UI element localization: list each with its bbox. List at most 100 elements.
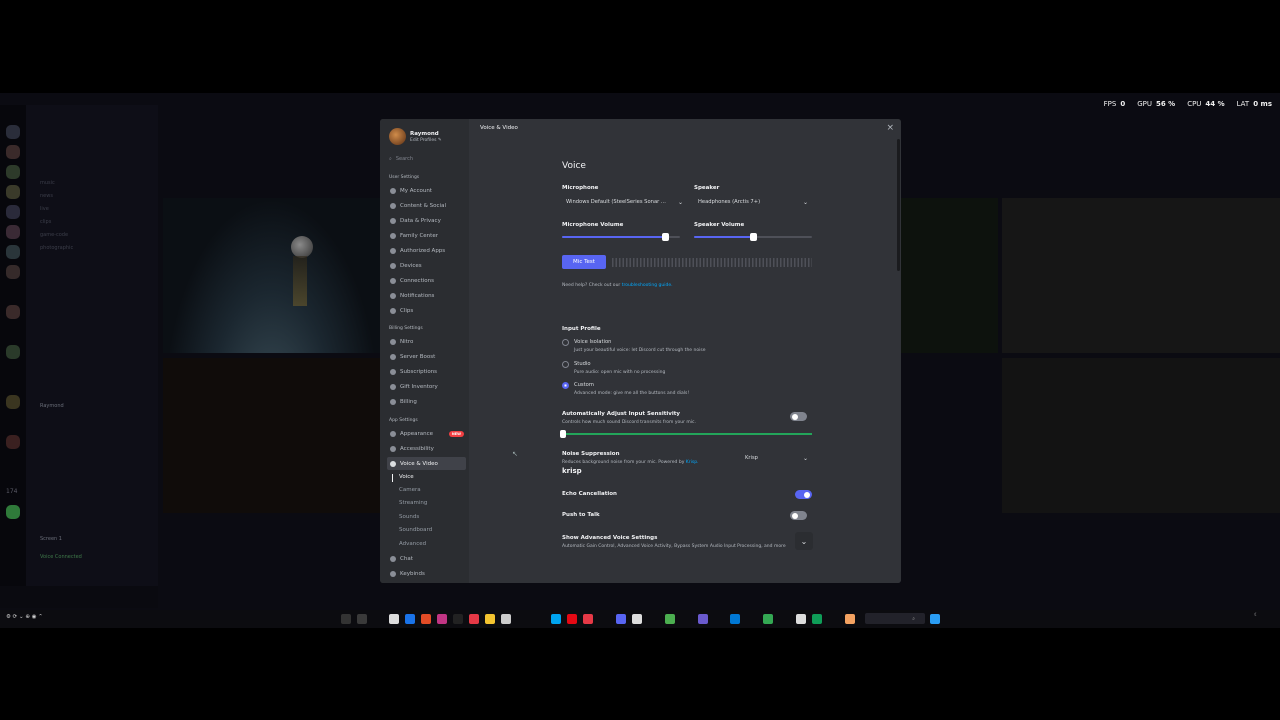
video-tile[interactable]: [1002, 358, 1280, 513]
subnav-streaming[interactable]: Streaming: [399, 500, 427, 506]
nav-connections[interactable]: Connections: [387, 274, 466, 287]
server-icon[interactable]: [6, 395, 20, 409]
nav-my-account[interactable]: My Account: [387, 184, 466, 197]
nav-family-center[interactable]: Family Center: [387, 229, 466, 242]
app-icon[interactable]: [698, 614, 708, 624]
app-icon[interactable]: [665, 614, 675, 624]
nav-notifications[interactable]: Notifications: [387, 289, 466, 302]
app-icon[interactable]: [930, 614, 940, 624]
nav-accessibility[interactable]: Accessibility: [387, 442, 466, 455]
privacy-icon: [390, 217, 396, 224]
chevron-down-icon[interactable]: ⌄: [795, 532, 813, 550]
nav-nitro[interactable]: Nitro: [387, 335, 466, 348]
app-icon[interactable]: [763, 614, 773, 624]
channel-item[interactable]: game-code: [40, 232, 68, 238]
app-icon[interactable]: [567, 614, 577, 624]
radio-custom[interactable]: [562, 382, 569, 389]
video-tile[interactable]: [900, 198, 998, 353]
krisp-link[interactable]: Krisp.: [686, 460, 699, 465]
app-icon[interactable]: [453, 614, 463, 624]
subnav-advanced[interactable]: Advanced: [399, 541, 426, 547]
nav-gift-inventory[interactable]: Gift Inventory: [387, 380, 466, 393]
speaker-select[interactable]: Headphones (Arctis 7+) ⌄: [694, 196, 812, 208]
channel-item[interactable]: music: [40, 180, 55, 186]
mic-volume-slider[interactable]: [562, 233, 680, 241]
slider-handle[interactable]: [560, 430, 566, 438]
channel-item[interactable]: news: [40, 193, 53, 199]
subnav-soundboard[interactable]: Soundboard: [399, 527, 432, 533]
app-icon[interactable]: [551, 614, 561, 624]
microphone-select[interactable]: Windows Default (SteelSeries Sonar ... ⌄: [562, 196, 687, 208]
channel-item[interactable]: photographic: [40, 245, 73, 251]
channel-item[interactable]: live: [40, 206, 49, 212]
server-icon[interactable]: [6, 225, 20, 239]
app-icon[interactable]: [421, 614, 431, 624]
subnav-sounds[interactable]: Sounds: [399, 514, 419, 520]
settings-search[interactable]: ⌕ Search: [389, 154, 464, 164]
profile-card[interactable]: Raymond Edit Profiles ✎: [389, 128, 442, 145]
app-icon[interactable]: [341, 614, 351, 624]
nav-authorized-apps[interactable]: Authorized Apps: [387, 244, 466, 257]
nav-appearance[interactable]: Appearance NEW: [387, 427, 466, 440]
subnav-camera[interactable]: Camera: [399, 487, 421, 493]
server-icon[interactable]: [6, 245, 20, 259]
server-icon[interactable]: [6, 205, 20, 219]
nav-billing[interactable]: Billing: [387, 395, 466, 408]
auto-sensitivity-toggle[interactable]: [790, 412, 807, 421]
close-icon[interactable]: ×: [886, 123, 894, 133]
app-icon[interactable]: [845, 614, 855, 624]
app-icon[interactable]: [583, 614, 593, 624]
radio-studio[interactable]: [562, 361, 569, 368]
channel-item[interactable]: clips: [40, 219, 51, 225]
app-icon[interactable]: [632, 614, 642, 624]
server-icon[interactable]: [6, 165, 20, 179]
nav-content-social[interactable]: Content & Social: [387, 199, 466, 212]
app-icon[interactable]: [485, 614, 495, 624]
video-tile-earth[interactable]: [163, 198, 380, 353]
nav-subscriptions[interactable]: Subscriptions: [387, 365, 466, 378]
subnav-voice[interactable]: Voice: [392, 474, 414, 482]
app-icon[interactable]: [389, 614, 399, 624]
noise-suppression-select[interactable]: Krisp ⌄: [741, 452, 812, 464]
discord-app-icon[interactable]: [616, 614, 626, 624]
echo-cancellation-toggle[interactable]: [795, 490, 812, 499]
app-icon[interactable]: [812, 614, 822, 624]
app-icon[interactable]: [501, 614, 511, 624]
scrollbar[interactable]: [897, 139, 900, 271]
app-icon[interactable]: [796, 614, 806, 624]
mic-test-button[interactable]: Mic Test: [562, 255, 606, 269]
server-icon[interactable]: [6, 435, 20, 449]
push-to-talk-toggle[interactable]: [790, 511, 807, 520]
nav-keybinds[interactable]: Keybinds: [387, 567, 466, 580]
app-icon[interactable]: [437, 614, 447, 624]
troubleshooting-link[interactable]: troubleshooting guide.: [622, 283, 673, 288]
server-icon[interactable]: [6, 265, 20, 279]
search-input[interactable]: Search: [396, 156, 413, 162]
app-icon[interactable]: [357, 614, 367, 624]
app-icon[interactable]: [405, 614, 415, 624]
server-icon[interactable]: [6, 185, 20, 199]
server-icon[interactable]: [6, 345, 20, 359]
edit-profiles-link[interactable]: Edit Profiles ✎: [410, 138, 442, 143]
speaker-volume-slider[interactable]: [694, 233, 812, 241]
server-icon[interactable]: [6, 505, 20, 519]
app-icon[interactable]: [469, 614, 479, 624]
nav-server-boost[interactable]: Server Boost: [387, 350, 466, 363]
server-icon[interactable]: [6, 125, 20, 139]
nav-devices[interactable]: Devices: [387, 259, 466, 272]
video-tile[interactable]: [1002, 198, 1280, 353]
sensitivity-slider[interactable]: [560, 430, 812, 438]
nav-data-privacy[interactable]: Data & Privacy: [387, 214, 466, 227]
taskbar-search[interactable]: ⌕: [865, 613, 925, 624]
nav-clips[interactable]: Clips: [387, 304, 466, 317]
server-icon[interactable]: [6, 305, 20, 319]
app-icon[interactable]: [730, 614, 740, 624]
video-tile[interactable]: [163, 358, 380, 513]
slider-handle[interactable]: [749, 233, 757, 241]
voice-user[interactable]: Raymond: [40, 403, 64, 409]
radio-voice-isolation[interactable]: [562, 339, 569, 346]
nav-voice-video[interactable]: Voice & Video: [387, 457, 466, 470]
server-icon[interactable]: [6, 145, 20, 159]
slider-handle[interactable]: [662, 233, 670, 241]
nav-chat[interactable]: Chat: [387, 552, 466, 565]
